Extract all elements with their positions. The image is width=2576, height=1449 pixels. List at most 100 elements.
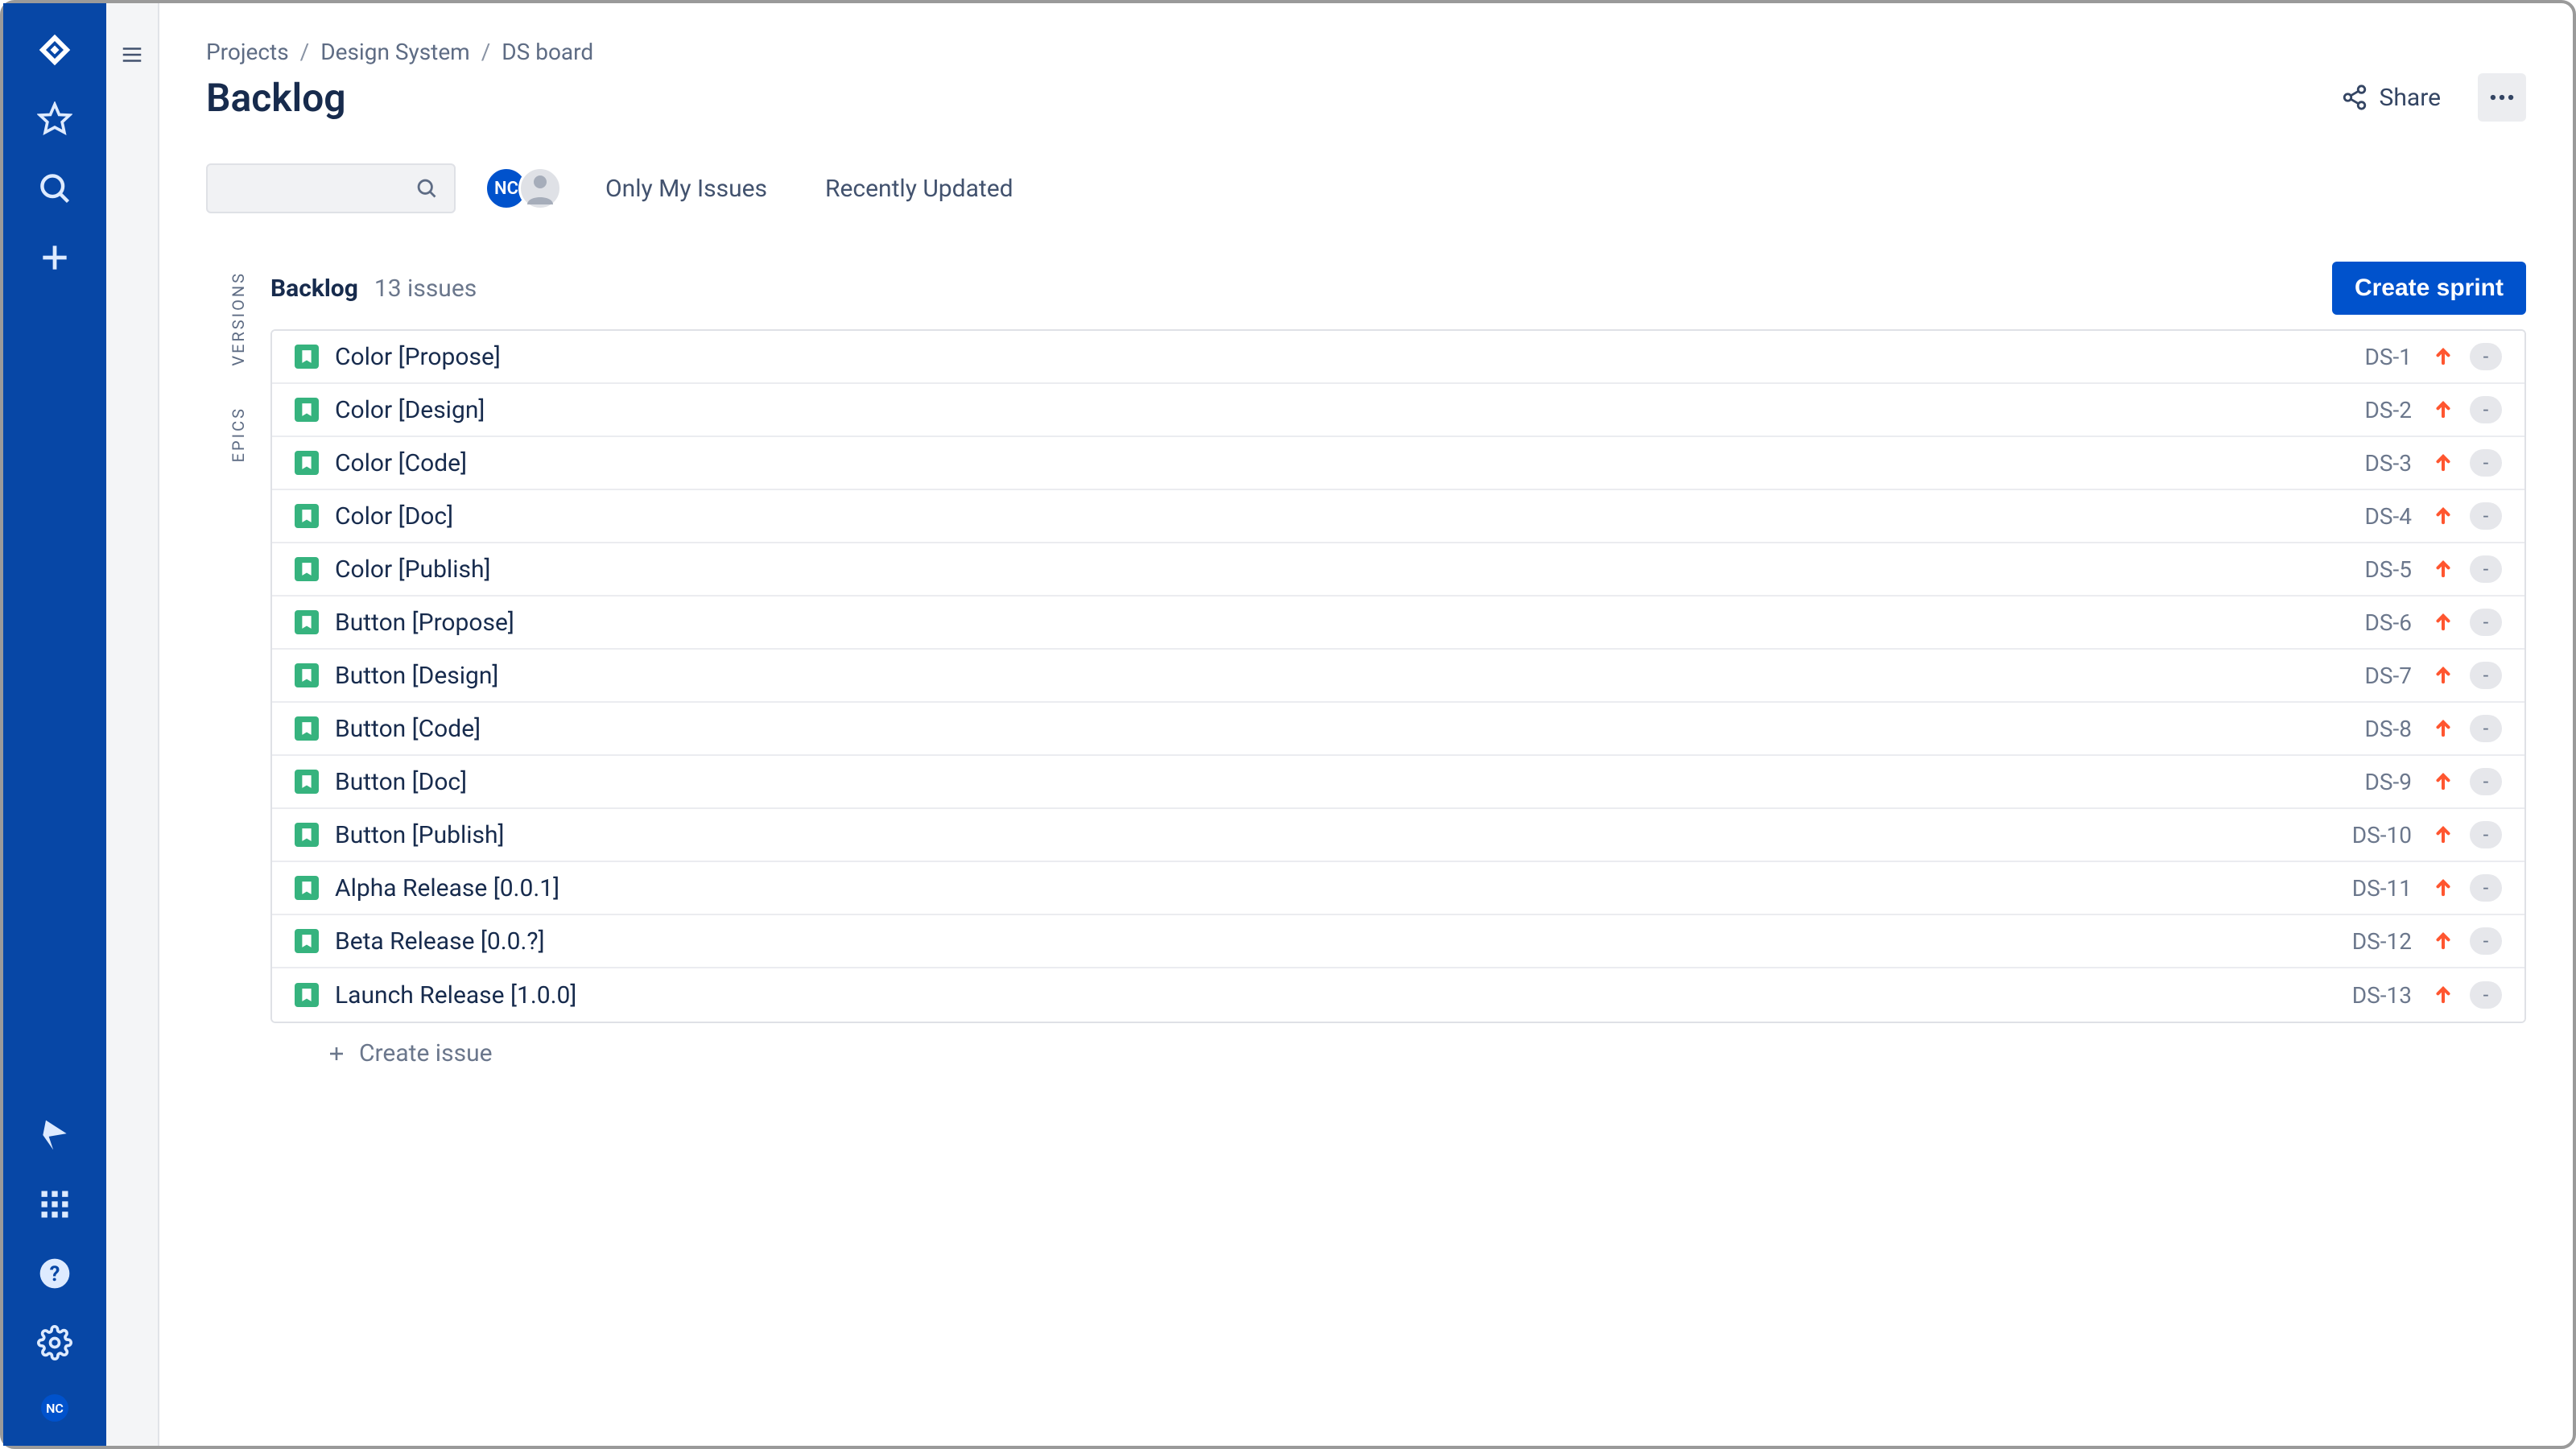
- issue-row[interactable]: Button [Code] DS-8 -: [272, 703, 2524, 756]
- jira-logo-icon[interactable]: [37, 32, 72, 68]
- page-title: Backlog: [206, 75, 2326, 121]
- issue-title: Color [Publish]: [335, 555, 2349, 584]
- assignee-unassigned[interactable]: -: [2470, 662, 2502, 689]
- more-actions-button[interactable]: [2478, 73, 2526, 122]
- priority-medium-icon: [2433, 399, 2454, 420]
- assignee-filter-avatars: NC: [485, 167, 562, 210]
- issue-key: DS-1: [2365, 344, 2412, 370]
- help-icon[interactable]: ?: [37, 1256, 72, 1291]
- expand-sidebar-button[interactable]: [116, 39, 148, 71]
- backlog-issue-count: 13 issues: [374, 275, 2316, 303]
- priority-medium-icon: [2433, 824, 2454, 845]
- priority-medium-icon: [2433, 612, 2454, 633]
- issue-row[interactable]: Button [Doc] DS-9 -: [272, 756, 2524, 809]
- filter-row: NC Only My Issues Recently Updated: [206, 163, 2526, 213]
- breadcrumb-separator: /: [300, 39, 310, 65]
- issue-title: Beta Release [0.0.?]: [335, 927, 2336, 956]
- breadcrumb-separator: /: [481, 39, 491, 65]
- issue-row[interactable]: Color [Design] DS-2 -: [272, 384, 2524, 437]
- breadcrumb-project[interactable]: Design System: [320, 39, 470, 65]
- assignee-unassigned[interactable]: -: [2470, 981, 2502, 1009]
- assignee-unassigned[interactable]: -: [2470, 609, 2502, 636]
- create-icon[interactable]: [37, 240, 72, 275]
- issue-title: Button [Code]: [335, 715, 2349, 743]
- assignee-unassigned[interactable]: -: [2470, 874, 2502, 902]
- issue-key: DS-10: [2352, 822, 2412, 848]
- issue-row[interactable]: Button [Propose] DS-6 -: [272, 597, 2524, 650]
- issue-title: Color [Code]: [335, 449, 2349, 477]
- issue-row[interactable]: Color [Publish] DS-5 -: [272, 543, 2524, 597]
- project-sidebar-collapsed: [106, 3, 159, 1446]
- avatar-unassigned[interactable]: [518, 167, 562, 210]
- issue-title: Color [Design]: [335, 396, 2349, 424]
- story-icon: [295, 929, 319, 953]
- assignee-unassigned[interactable]: -: [2470, 343, 2502, 370]
- priority-medium-icon: [2433, 985, 2454, 1005]
- create-sprint-button[interactable]: Create sprint: [2332, 262, 2526, 315]
- issue-title: Button [Design]: [335, 662, 2349, 690]
- priority-medium-icon: [2433, 931, 2454, 952]
- story-icon: [295, 451, 319, 475]
- issue-row[interactable]: Beta Release [0.0.?] DS-12 -: [272, 915, 2524, 968]
- issue-list: Color [Propose] DS-1 - Color [Design] DS…: [270, 329, 2526, 1023]
- tab-versions[interactable]: VERSIONS: [229, 271, 248, 366]
- issue-key: DS-13: [2352, 982, 2412, 1009]
- filter-recently-updated[interactable]: Recently Updated: [811, 167, 1028, 211]
- issue-key: DS-4: [2365, 503, 2412, 530]
- settings-icon[interactable]: [37, 1325, 72, 1360]
- assignee-unassigned[interactable]: -: [2470, 502, 2502, 530]
- svg-text:?: ?: [50, 1262, 60, 1286]
- issue-row[interactable]: Color [Propose] DS-1 -: [272, 331, 2524, 384]
- assignee-unassigned[interactable]: -: [2470, 555, 2502, 583]
- story-icon: [295, 345, 319, 369]
- user-avatar[interactable]: NC: [41, 1394, 68, 1422]
- breadcrumb: Projects / Design System / DS board: [206, 39, 2526, 65]
- filter-only-my-issues[interactable]: Only My Issues: [591, 167, 782, 211]
- assignee-unassigned[interactable]: -: [2470, 715, 2502, 742]
- assignee-unassigned[interactable]: -: [2470, 768, 2502, 795]
- issue-title: Button [Propose]: [335, 609, 2349, 637]
- tab-epics[interactable]: EPICS: [229, 407, 248, 462]
- issue-key: DS-8: [2365, 716, 2412, 742]
- issue-row[interactable]: Color [Doc] DS-4 -: [272, 490, 2524, 543]
- assignee-unassigned[interactable]: -: [2470, 927, 2502, 955]
- issue-row[interactable]: Color [Code] DS-3 -: [272, 437, 2524, 490]
- issue-key: DS-5: [2365, 556, 2412, 583]
- issue-row[interactable]: Button [Design] DS-7 -: [272, 650, 2524, 703]
- priority-medium-icon: [2433, 665, 2454, 686]
- story-icon: [295, 504, 319, 528]
- issue-row[interactable]: Alpha Release [0.0.1] DS-11 -: [272, 862, 2524, 915]
- story-icon: [295, 398, 319, 422]
- share-button[interactable]: Share: [2326, 76, 2455, 120]
- story-icon: [295, 610, 319, 634]
- priority-medium-icon: [2433, 559, 2454, 580]
- breadcrumb-projects[interactable]: Projects: [206, 39, 289, 65]
- assignee-unassigned[interactable]: -: [2470, 449, 2502, 477]
- create-issue-button[interactable]: Create issue: [270, 1023, 2526, 1084]
- assignee-unassigned[interactable]: -: [2470, 396, 2502, 423]
- issue-title: Button [Doc]: [335, 768, 2349, 796]
- breadcrumb-board[interactable]: DS board: [502, 39, 593, 65]
- search-icon[interactable]: [37, 171, 72, 206]
- issue-key: DS-11: [2352, 875, 2412, 902]
- story-icon: [295, 876, 319, 900]
- assignee-unassigned[interactable]: -: [2470, 821, 2502, 848]
- story-icon: [295, 983, 319, 1007]
- issue-title: Button [Publish]: [335, 821, 2336, 849]
- main-content: Projects / Design System / DS board Back…: [159, 3, 2573, 1446]
- search-input[interactable]: [206, 163, 456, 213]
- priority-medium-icon: [2433, 877, 2454, 898]
- issue-row[interactable]: Launch Release [1.0.0] DS-13 -: [272, 968, 2524, 1022]
- issue-key: DS-12: [2352, 928, 2412, 955]
- notification-icon[interactable]: [37, 1117, 72, 1153]
- create-issue-label: Create issue: [359, 1039, 493, 1067]
- issue-key: DS-6: [2365, 609, 2412, 636]
- issue-title: Color [Propose]: [335, 343, 2349, 371]
- issue-key: DS-2: [2365, 397, 2412, 423]
- issue-row[interactable]: Button [Publish] DS-10 -: [272, 809, 2524, 862]
- app-switcher-icon[interactable]: [37, 1187, 72, 1222]
- side-panel-tabs: VERSIONS EPICS: [206, 262, 270, 1084]
- priority-medium-icon: [2433, 718, 2454, 739]
- story-icon: [295, 716, 319, 741]
- star-icon[interactable]: [37, 101, 72, 137]
